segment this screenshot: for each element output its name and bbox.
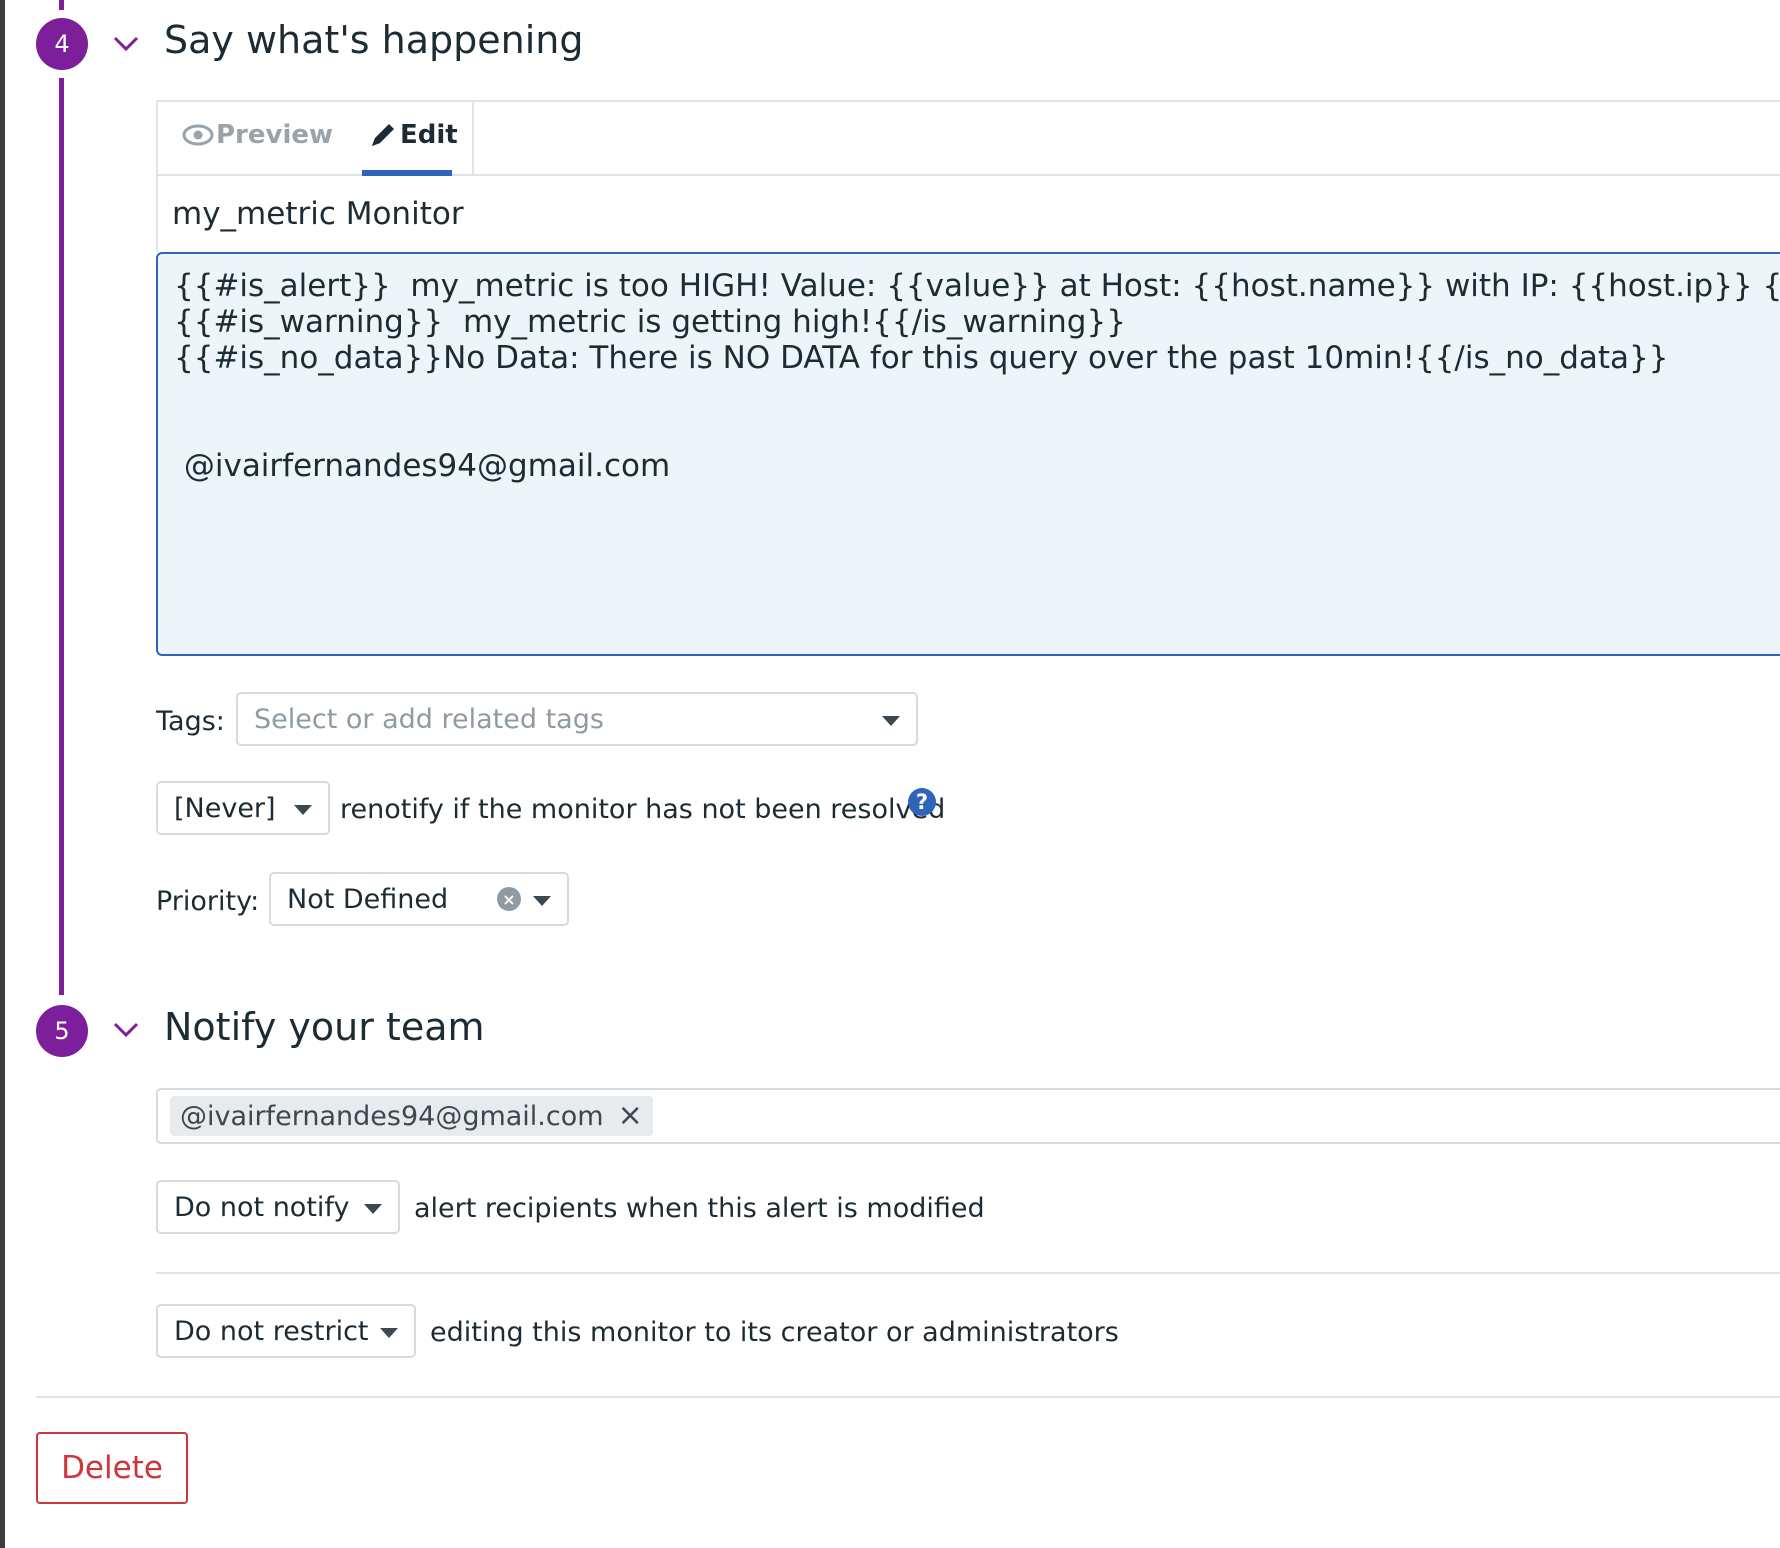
pencil-icon <box>372 124 394 146</box>
message-editor: Preview Edit {{#is_alert}} my_metric is … <box>156 100 1780 656</box>
caret-down-icon <box>882 716 900 726</box>
chevron-down-icon[interactable] <box>112 1020 140 1040</box>
divider <box>36 1396 1780 1398</box>
recipients-input[interactable]: @ivairfernandes94@gmail.com × <box>156 1088 1780 1144</box>
section-title-say-whats-happening: Say what's happening <box>164 18 584 62</box>
close-icon[interactable]: × <box>618 1101 643 1131</box>
delete-button[interactable]: Delete <box>36 1432 188 1504</box>
tab-preview-label: Preview <box>216 120 334 150</box>
tags-select[interactable]: Select or add related tags <box>236 692 918 746</box>
notify-modified-value: Do not notify <box>174 1191 350 1223</box>
chevron-down-icon[interactable] <box>112 34 140 54</box>
message-body-textarea[interactable]: {{#is_alert}} my_metric is too HIGH! Val… <box>156 252 1780 656</box>
divider <box>156 1272 1780 1274</box>
renotify-value: [Never] <box>174 792 276 824</box>
tab-preview[interactable]: Preview <box>182 120 333 150</box>
tab-edit-label: Edit <box>400 120 458 150</box>
renotify-text: renotify if the monitor has not been res… <box>340 794 946 825</box>
notify-modified-select[interactable]: Do not notify <box>156 1180 400 1234</box>
notify-modified-text: alert recipients when this alert is modi… <box>414 1193 985 1224</box>
page-left-edge <box>0 0 5 1548</box>
clear-icon[interactable]: × <box>497 887 521 911</box>
caret-down-icon <box>533 896 551 906</box>
step-4-badge: 4 <box>36 18 88 70</box>
renotify-select[interactable]: [Never] <box>156 781 330 835</box>
priority-label: Priority: <box>156 886 260 917</box>
recipient-chip: @ivairfernandes94@gmail.com × <box>170 1096 653 1136</box>
restrict-editing-select[interactable]: Do not restrict <box>156 1304 416 1358</box>
restrict-editing-value: Do not restrict <box>174 1315 369 1347</box>
tab-edit[interactable]: Edit <box>368 120 458 150</box>
section-title-notify-your-team: Notify your team <box>164 1005 485 1049</box>
eye-icon <box>182 124 214 146</box>
recipient-chip-label: @ivairfernandes94@gmail.com <box>180 1100 604 1132</box>
editor-tabbar: Preview Edit <box>156 100 1780 178</box>
monitor-title-input[interactable] <box>156 176 1780 252</box>
priority-select[interactable]: Not Defined × <box>269 872 569 926</box>
caret-down-icon <box>364 1204 382 1214</box>
step-connector-top <box>59 0 64 10</box>
tabs-divider <box>472 102 474 178</box>
priority-value: Not Defined <box>287 883 449 915</box>
tags-label: Tags: <box>156 706 225 737</box>
tags-placeholder: Select or add related tags <box>254 703 604 735</box>
caret-down-icon <box>294 805 312 815</box>
step-connector <box>59 78 64 995</box>
step-5-badge: 5 <box>36 1005 88 1057</box>
caret-down-icon <box>380 1328 398 1338</box>
restrict-editing-text: editing this monitor to its creator or a… <box>430 1317 1119 1348</box>
help-icon[interactable]: ? <box>908 788 936 816</box>
